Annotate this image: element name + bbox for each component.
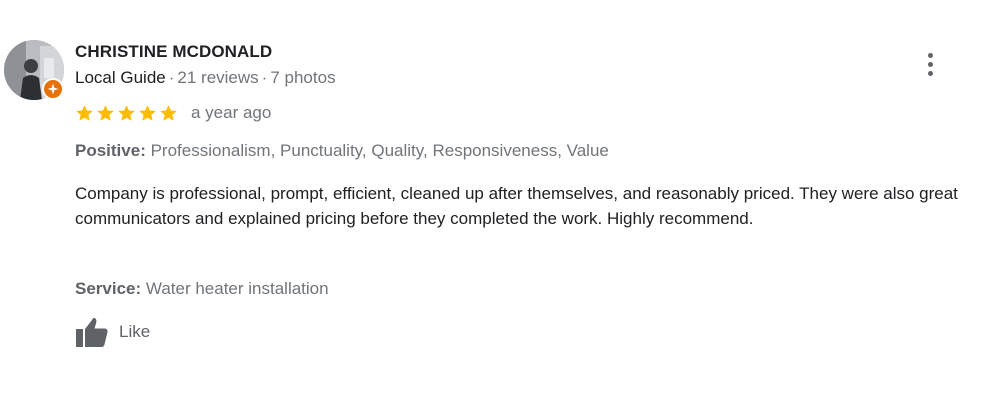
positive-value: Professionalism, Punctuality, Quality, R…: [150, 141, 609, 160]
like-button[interactable]: Like: [75, 316, 150, 348]
more-vert-icon: [927, 52, 933, 58]
star-icon: [76, 104, 93, 121]
star-icon: [97, 104, 114, 121]
review-count: 21 reviews: [177, 68, 259, 87]
review-time: a year ago: [191, 103, 272, 122]
service-value: Water heater installation: [145, 279, 329, 298]
photo-count: 7 photos: [270, 68, 336, 87]
star-rating: [75, 104, 178, 123]
rating-row: a year ago: [75, 103, 271, 123]
reviewer-meta: Local Guide · 21 reviews · 7 photos: [75, 68, 336, 88]
meta-separator: ·: [261, 68, 268, 87]
local-guide-icon: [42, 78, 64, 100]
thumb-up-icon: [76, 318, 108, 347]
reviewer-name[interactable]: CHRISTINE MCDONALD: [75, 42, 272, 62]
star-icon: [139, 104, 156, 121]
more-vert-icon: [927, 70, 933, 76]
reviewer-avatar[interactable]: [4, 40, 64, 100]
review-card: CHRISTINE MCDONALD Local Guide · 21 review…: [0, 0, 999, 418]
like-label: Like: [119, 322, 151, 341]
more-options-button[interactable]: [918, 50, 942, 78]
star-icon: [160, 104, 177, 121]
local-guide-label: Local Guide: [75, 68, 166, 87]
positive-label: Positive:: [75, 141, 146, 160]
more-vert-icon: [927, 61, 933, 67]
review-text: Company is professional, prompt, efficie…: [75, 184, 958, 228]
positive-attributes: Positive: Professionalism, Punctuality, …: [75, 141, 609, 161]
star-icon: [118, 104, 135, 121]
meta-separator: ·: [168, 68, 175, 87]
service-label: Service:: [75, 279, 142, 298]
service-attribute: Service: Water heater installation: [75, 279, 329, 299]
